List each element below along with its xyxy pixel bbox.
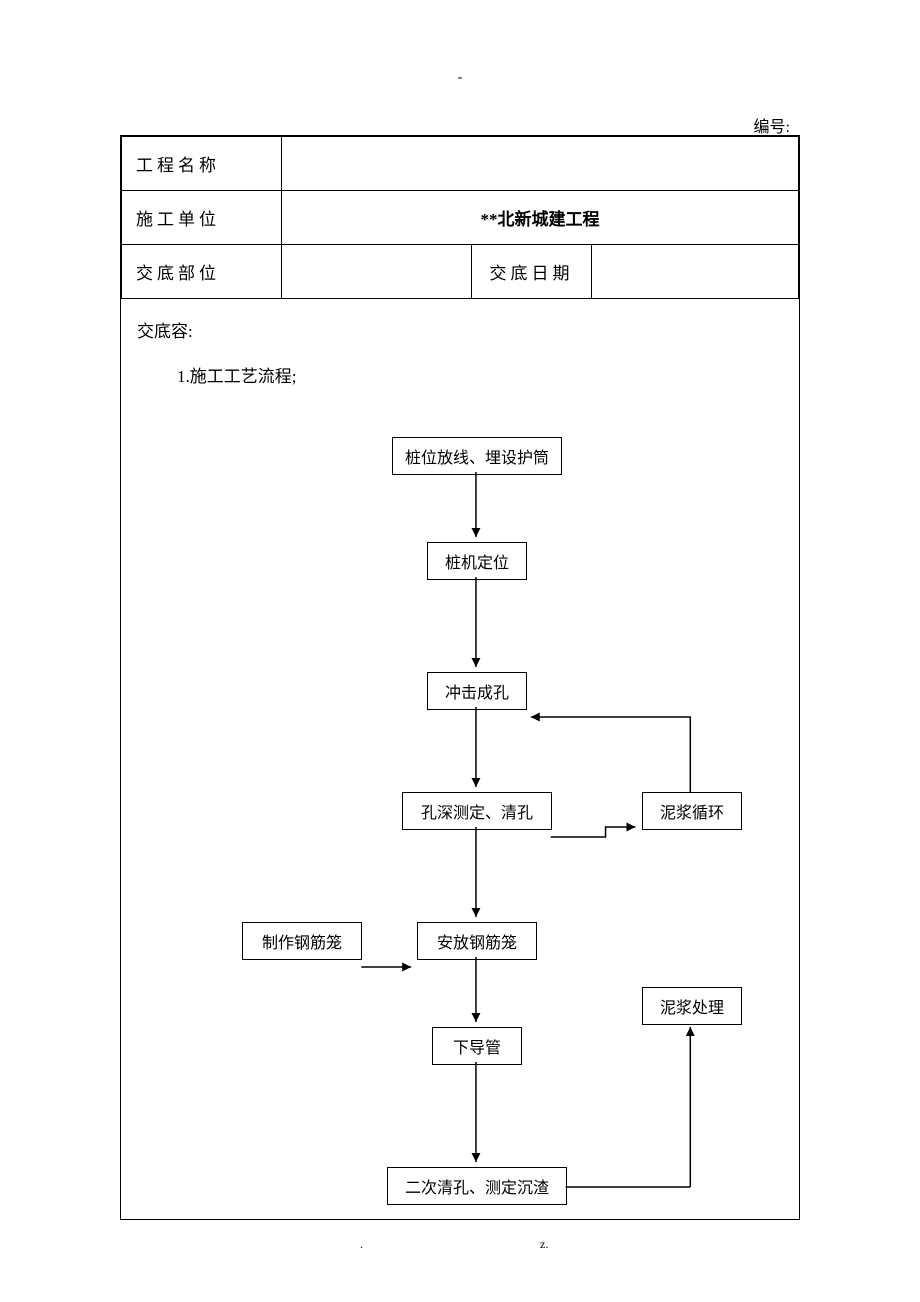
footer-z: z.: [540, 1237, 548, 1252]
flowchart: 桩位放线、埋设护筒 桩机定位 冲击成孔 孔深测定、清孔 安放钢筋笼 下导管 二次…: [137, 397, 783, 1217]
header-dash: -: [458, 70, 463, 86]
flow-node-1: 桩位放线、埋设护筒: [392, 437, 562, 475]
flow-node-side-r2: 泥浆处理: [642, 987, 742, 1025]
content-title: 交底容:: [137, 317, 783, 342]
serial-number-label: 编号:: [754, 113, 790, 137]
project-name-label: 工程名称: [122, 137, 282, 191]
flow-node-3: 冲击成孔: [427, 672, 527, 710]
flow-node-6: 下导管: [432, 1027, 522, 1065]
header-table: 工程名称 施工单位 **北新城建工程 交底部位 交底日期: [121, 136, 799, 299]
table-row: 施工单位 **北新城建工程: [122, 191, 799, 245]
footer-dot: .: [360, 1237, 363, 1252]
page: - 编号: 工程名称 施工单位 **北新城建工程 交底部位 交底日期 交底容: …: [0, 0, 920, 1302]
project-name-value: [282, 137, 799, 191]
main-frame: 工程名称 施工单位 **北新城建工程 交底部位 交底日期 交底容: 1.施工工艺…: [120, 135, 800, 1220]
construction-unit-label: 施工单位: [122, 191, 282, 245]
disclosure-part-label: 交底部位: [122, 245, 282, 299]
disclosure-part-value: [282, 245, 472, 299]
disclosure-date-value: [592, 245, 799, 299]
flow-node-side-left: 制作钢筋笼: [242, 922, 362, 960]
flow-node-7: 二次清孔、测定沉渣: [387, 1167, 567, 1205]
process-flow-heading: 1.施工工艺流程;: [137, 362, 783, 387]
content-area: 交底容: 1.施工工艺流程; 桩位放线、埋设护筒 桩机定位 冲击成孔 孔深测定、…: [121, 299, 799, 1219]
flow-node-2: 桩机定位: [427, 542, 527, 580]
disclosure-date-label: 交底日期: [472, 245, 592, 299]
flow-node-4: 孔深测定、清孔: [402, 792, 552, 830]
table-row: 交底部位 交底日期: [122, 245, 799, 299]
construction-unit-value: **北新城建工程: [282, 191, 799, 245]
table-row: 工程名称: [122, 137, 799, 191]
flow-node-5: 安放钢筋笼: [417, 922, 537, 960]
flow-node-side-r1: 泥浆循环: [642, 792, 742, 830]
